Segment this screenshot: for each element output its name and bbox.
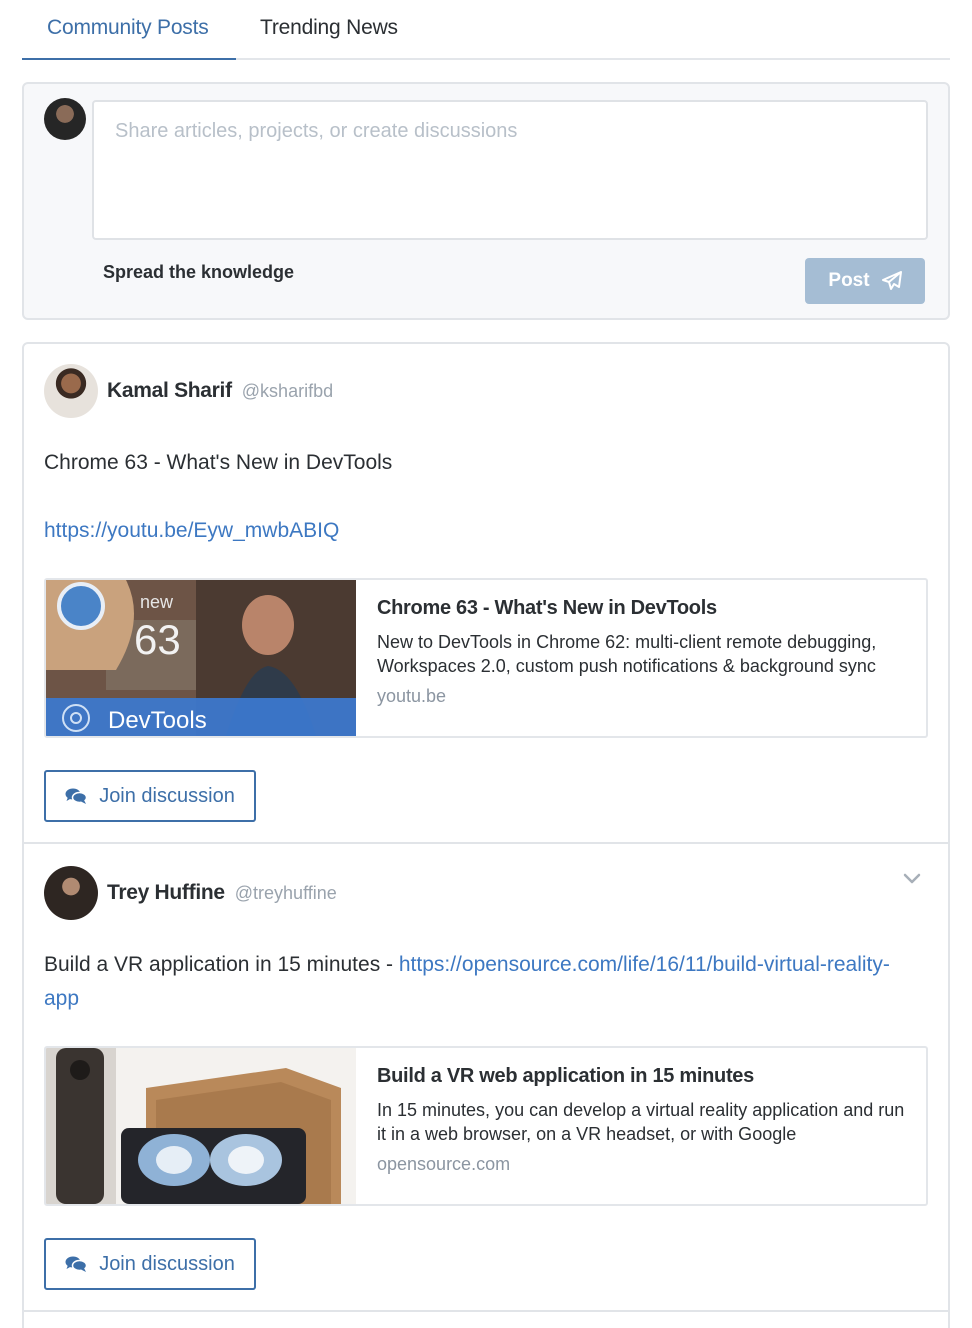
thumbnail-badge: new — [140, 592, 174, 612]
link-preview-description: New to DevTools in Chrome 62: multi-clie… — [377, 632, 877, 676]
devtools-video-thumbnail: new 63 DevTools — [46, 580, 356, 736]
paper-plane-icon — [881, 271, 902, 290]
current-user-avatar[interactable] — [44, 98, 86, 140]
post-author: Trey Huffine @treyhuffine — [44, 866, 337, 920]
author-name[interactable]: Kamal Sharif — [107, 379, 232, 403]
post-feed: Kamal Sharif @ksharifbd Chrome 63 - What… — [22, 342, 950, 1328]
link-preview-title: Build a VR web application in 15 minutes — [377, 1065, 754, 1087]
avatar[interactable] — [44, 364, 98, 418]
post-text-body: Build a VR application in 15 minutes - — [44, 953, 399, 976]
link-preview-card[interactable]: Build a VR web application in 15 minutes… — [44, 1046, 928, 1206]
chevron-down-icon[interactable] — [902, 872, 922, 886]
post-link[interactable]: https://youtu.be/Eyw_mwbABIQ — [44, 519, 339, 542]
avatar[interactable] — [44, 866, 98, 920]
join-discussion-label: Join discussion — [99, 1252, 235, 1275]
author-handle[interactable]: @ksharifbd — [242, 381, 333, 402]
link-preview-domain: youtu.be — [377, 686, 447, 706]
post-button[interactable]: Post — [805, 258, 925, 304]
join-discussion-label: Join discussion — [99, 784, 235, 807]
post-text: Chrome 63 - What's New in DevTools — [44, 451, 393, 474]
join-discussion-button[interactable]: Join discussion — [44, 1238, 256, 1290]
post-button-label: Post — [828, 270, 870, 291]
link-preview-description: In 15 minutes, you can develop a virtual… — [377, 1100, 905, 1144]
link-preview-thumbnail: new 63 DevTools — [46, 580, 356, 736]
feed-post: Kamal Sharif @ksharifbd Chrome 63 - What… — [24, 344, 948, 844]
link-preview-card[interactable]: new 63 DevTools Chrome 63 - What's New i… — [44, 578, 928, 738]
composer-hint: Spread the knowledge — [103, 262, 295, 282]
thumbnail-number: 63 — [134, 616, 181, 663]
link-preview-body: Chrome 63 - What's New in DevTools New t… — [377, 594, 917, 707]
author-handle[interactable]: @treyhuffine — [235, 883, 337, 904]
comments-icon — [65, 1256, 88, 1272]
join-discussion-button[interactable]: Join discussion — [44, 770, 256, 822]
post-text: Build a VR application in 15 minutes - h… — [44, 948, 924, 1016]
comments-icon — [65, 788, 88, 804]
post-link-line: https://youtu.be/Eyw_mwbABIQ — [44, 514, 924, 548]
feed-post: Trey Huffine @treyhuffine Build a VR app… — [24, 844, 948, 1312]
post-author: Kamal Sharif @ksharifbd — [44, 364, 333, 418]
link-preview-body: Build a VR web application in 15 minutes… — [377, 1062, 917, 1175]
tab-trending-news[interactable]: Trending News — [260, 16, 398, 40]
feed-tabs: Community Posts Trending News — [22, 0, 950, 60]
author-name[interactable]: Trey Huffine — [107, 881, 225, 905]
link-preview-thumbnail — [46, 1048, 356, 1204]
active-tab-indicator — [22, 58, 236, 60]
composer-input[interactable] — [92, 100, 928, 240]
vr-headset-thumbnail — [46, 1048, 356, 1204]
link-preview-title: Chrome 63 - What's New in DevTools — [377, 597, 717, 619]
tab-community-posts[interactable]: Community Posts — [47, 16, 209, 40]
post-divider — [24, 1310, 948, 1312]
thumbnail-caption: DevTools — [108, 707, 207, 734]
link-preview-domain: opensource.com — [377, 1154, 511, 1174]
post-composer: Spread the knowledge Post — [22, 82, 950, 320]
